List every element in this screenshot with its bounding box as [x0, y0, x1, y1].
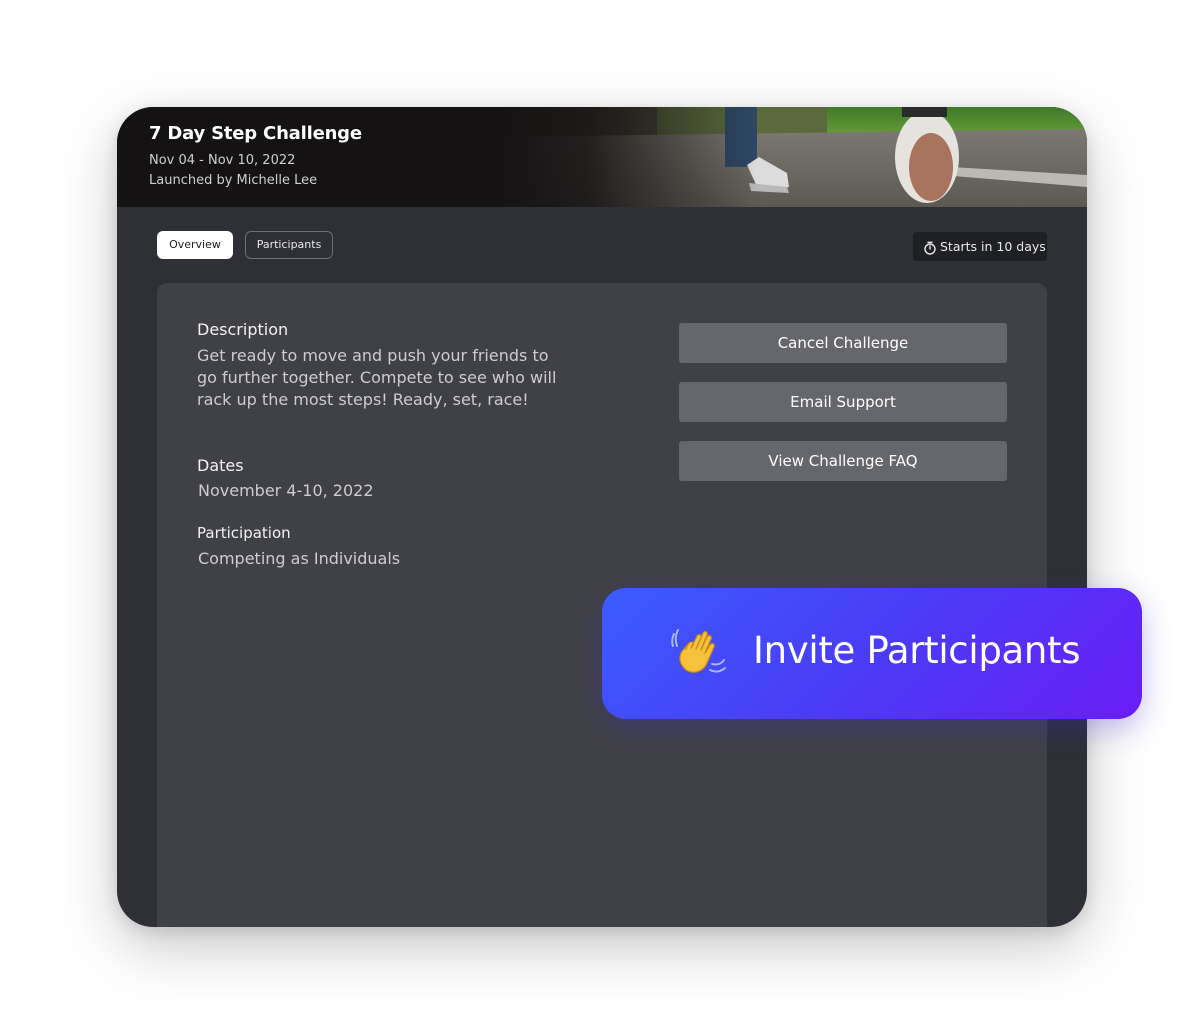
participation-label: Participation [197, 524, 291, 542]
description-text: Get ready to move and push your friends … [197, 346, 557, 409]
tab-overview[interactable]: Overview [157, 231, 233, 259]
invite-participants-label: Invite Participants [753, 629, 1081, 672]
challenge-card: 7 Day Step Challenge Nov 04 - Nov 10, 20… [117, 107, 1087, 927]
invite-participants-button[interactable]: Invite Participants [602, 588, 1142, 719]
waving-hand-icon [671, 629, 726, 673]
view-faq-button[interactable]: View Challenge FAQ [679, 441, 1007, 481]
dates-value: November 4-10, 2022 [198, 481, 374, 500]
status-text: Starts in 10 days [940, 239, 1046, 254]
challenge-launched-by: Launched by Michelle Lee [149, 173, 318, 188]
status-badge: Starts in 10 days [913, 232, 1047, 261]
dates-label: Dates [197, 456, 244, 475]
tab-participants[interactable]: Participants [245, 231, 333, 259]
challenge-date-range: Nov 04 - Nov 10, 2022 [149, 153, 296, 168]
stopwatch-icon [924, 241, 936, 255]
email-support-button[interactable]: Email Support [679, 382, 1007, 422]
participation-value: Competing as Individuals [198, 549, 401, 568]
challenge-header: 7 Day Step Challenge Nov 04 - Nov 10, 20… [117, 107, 1087, 207]
challenge-title: 7 Day Step Challenge [149, 123, 362, 144]
description-label: Description [197, 320, 289, 339]
cancel-challenge-button[interactable]: Cancel Challenge [679, 323, 1007, 363]
